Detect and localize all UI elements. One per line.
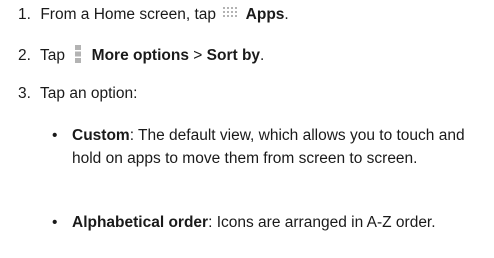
step-text: Tap [40, 47, 66, 64]
option-label: Custom [72, 127, 130, 144]
bullet-dot: • [52, 214, 58, 231]
option-description: : The default view, which allows you to … [72, 127, 465, 167]
step-number: 2. [18, 47, 31, 64]
option-custom: • Custom: The default view, which allows… [52, 124, 482, 170]
punctuation: . [284, 6, 289, 23]
option-text: Alphabetical order: Icons are arranged i… [72, 211, 482, 234]
more-options-label: More options [91, 47, 189, 64]
sort-by-label: Sort by [206, 47, 261, 64]
step-number: 1. [18, 6, 31, 23]
option-text: Custom: The default view, which allows y… [72, 124, 482, 170]
step-1: 1. From a Home screen, tap Apps. [18, 5, 289, 25]
option-label: Alphabetical order [72, 214, 209, 231]
step-3: 3. Tap an option: [18, 84, 137, 104]
step-text: Tap an option: [40, 85, 138, 102]
step-2: 2. Tap More options > Sort by. [18, 45, 264, 66]
bullet-dot: • [52, 127, 58, 144]
option-description: : Icons are arranged in A-Z order. [208, 214, 436, 231]
apps-label: Apps [245, 6, 285, 23]
separator: > [188, 47, 207, 64]
step-text: From a Home screen, tap [40, 6, 217, 23]
more-options-icon [75, 45, 82, 63]
option-alphabetical: • Alphabetical order: Icons are arranged… [52, 211, 482, 234]
apps-grid-icon [223, 7, 238, 17]
punctuation: . [260, 47, 265, 64]
step-number: 3. [18, 85, 31, 102]
